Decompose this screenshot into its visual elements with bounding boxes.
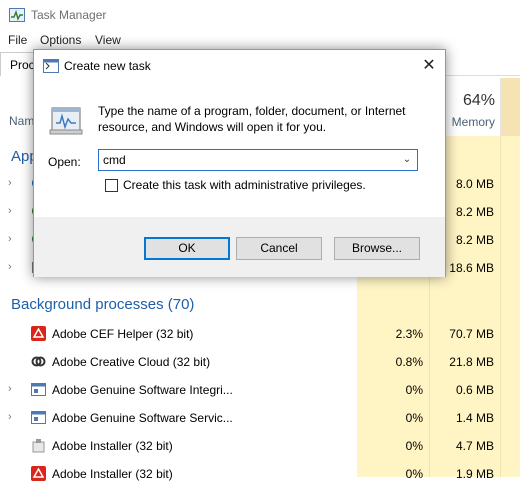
adobe-red-icon (31, 466, 46, 481)
dialog-footer: OK Cancel Browse... (34, 217, 445, 277)
title-bar: Task Manager (0, 0, 520, 30)
run-program-icon (49, 102, 87, 138)
dialog-body: Type the name of a program, folder, docu… (34, 81, 445, 217)
menu-file[interactable]: File (8, 33, 27, 47)
dialog-title: Create new task (64, 59, 151, 73)
process-row[interactable]: Adobe Installer (32 bit) 0% 1.9 MB (0, 460, 520, 488)
memory-percent: 64% (462, 92, 495, 109)
column-name-header[interactable]: Nam (9, 114, 34, 128)
expand-chevron-icon[interactable]: › (8, 261, 12, 273)
adobe-red-icon (31, 326, 46, 341)
window-title: Task Manager (31, 8, 107, 22)
create-new-task-dialog: Create new task ✕ Type the name of a pro… (33, 49, 446, 277)
admin-privileges-checkbox[interactable] (105, 179, 118, 192)
dialog-description: Type the name of a program, folder, docu… (98, 104, 406, 134)
close-icon[interactable]: ✕ (413, 50, 445, 81)
open-label: Open: (48, 155, 81, 169)
process-row[interactable]: Adobe Creative Cloud (32 bit) 0.8% 21.8 … (0, 348, 520, 376)
process-row[interactable]: › Adobe Genuine Software Servic... 0% 1.… (0, 404, 520, 432)
cancel-button[interactable]: Cancel (236, 237, 322, 260)
installer-icon (31, 438, 46, 453)
run-icon (43, 59, 59, 73)
process-row[interactable]: Adobe CEF Helper (32 bit) 2.3% 70.7 MB (0, 320, 520, 348)
expand-chevron-icon[interactable]: › (8, 383, 12, 395)
open-input[interactable] (99, 150, 395, 170)
process-row[interactable]: Adobe Installer (32 bit) 0% 4.7 MB (0, 432, 520, 460)
window-app-icon (31, 410, 46, 425)
menu-options[interactable]: Options (40, 33, 81, 47)
admin-privileges-label[interactable]: Create this task with administrative pri… (123, 178, 366, 192)
expand-chevron-icon[interactable]: › (8, 233, 12, 245)
menu-bar: File Options View (0, 32, 520, 50)
expand-chevron-icon[interactable]: › (8, 411, 12, 423)
expand-chevron-icon[interactable]: › (8, 205, 12, 217)
column-extra-header[interactable] (500, 78, 520, 136)
open-combobox[interactable]: ⌄ (98, 149, 418, 171)
browse-button[interactable]: Browse... (334, 237, 420, 260)
memory-label: Memory (451, 115, 495, 129)
creative-cloud-icon (31, 354, 46, 369)
background-section-header[interactable]: Background processes (70) (11, 296, 194, 313)
task-manager-icon (9, 8, 25, 22)
chevron-down-icon[interactable]: ⌄ (397, 150, 417, 170)
process-row[interactable]: › Adobe Genuine Software Integri... 0% 0… (0, 376, 520, 404)
ok-button[interactable]: OK (144, 237, 230, 260)
window-app-icon (31, 382, 46, 397)
menu-view[interactable]: View (95, 33, 121, 47)
dialog-title-bar[interactable]: Create new task ✕ (34, 50, 445, 81)
expand-chevron-icon[interactable]: › (8, 177, 12, 189)
